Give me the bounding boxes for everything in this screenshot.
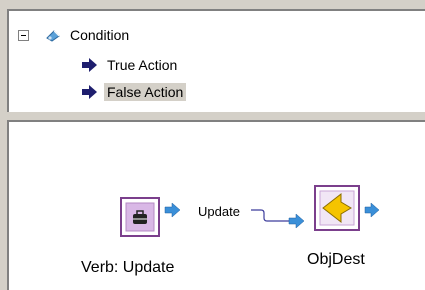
tree-item-condition[interactable]: Condition xyxy=(70,26,129,44)
tree-item-true-action[interactable]: True Action xyxy=(104,56,180,74)
output-port-icon[interactable] xyxy=(164,202,181,218)
diagram-canvas[interactable]: Update Verb: Update ObjDest xyxy=(7,120,425,290)
verb-node[interactable] xyxy=(120,197,160,237)
objdest-node[interactable] xyxy=(314,185,360,231)
collapse-toggle[interactable] xyxy=(18,30,29,41)
pane-splitter[interactable] xyxy=(0,112,425,120)
edge-connector[interactable] xyxy=(251,209,289,222)
edge-label: Update xyxy=(197,204,241,219)
action-arrow-icon xyxy=(82,85,97,99)
condition-icon xyxy=(46,30,60,42)
verb-node-label: Verb: Update xyxy=(81,259,175,276)
objdest-node-label: ObjDest xyxy=(307,251,365,268)
output-port-icon[interactable] xyxy=(364,202,380,218)
tree-item-false-action[interactable]: False Action xyxy=(104,83,187,101)
input-port-icon[interactable] xyxy=(288,213,305,229)
action-arrow-icon xyxy=(82,58,97,72)
tree-pane: Condition True Action False Action xyxy=(7,9,425,112)
